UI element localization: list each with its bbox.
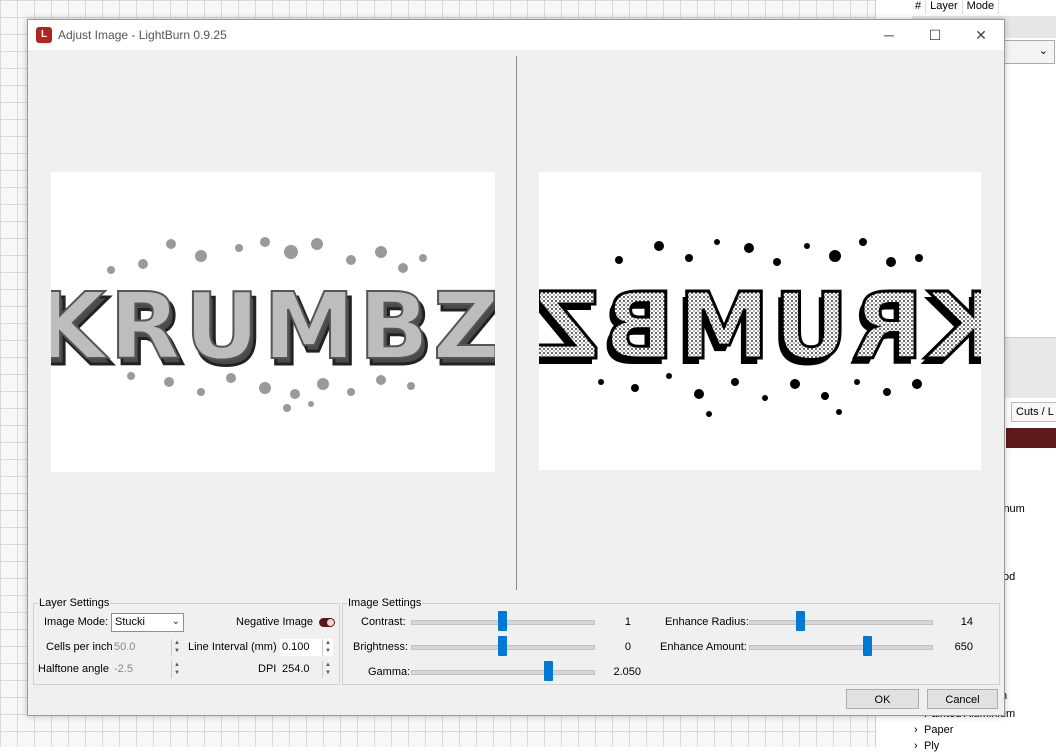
enhance-radius-slider-thumb[interactable] [795, 611, 805, 631]
halftone-angle-spinbox[interactable]: -2.5 ▲ ▼ [112, 661, 182, 678]
dpi-label: DPI [258, 663, 277, 675]
halftone-angle-value: -2.5 [114, 663, 133, 675]
dpi-spinbox[interactable]: 254.0 ▲ ▼ [280, 661, 333, 678]
brightness-label: Brightness: [353, 641, 409, 653]
line-interval-value: 0.100 [282, 641, 310, 653]
col-mode: Mode [963, 0, 1000, 14]
cells-per-inch-label: Cells per inch [46, 641, 113, 653]
negative-image-toggle[interactable] [319, 618, 335, 627]
image-mode-label: Image Mode: [44, 616, 109, 628]
line-interval-spinbox[interactable]: 0.100 ▲ ▼ [280, 639, 333, 656]
chevron-right-icon: › [914, 740, 918, 752]
col-hash: # [911, 0, 927, 14]
enhance-amount-label: Enhance Amount: [660, 641, 747, 653]
line-interval-label: Line Interval (mm) [188, 641, 277, 653]
material-ply[interactable]: Ply [924, 740, 939, 752]
tab-cuts-layers[interactable]: Cuts / L [1011, 402, 1056, 422]
ok-button[interactable]: OK [846, 689, 919, 709]
dpi-value: 254.0 [282, 663, 310, 675]
processed-image-preview: KRUMBZ KRUMBZ [525, 172, 1000, 470]
enhance-radius-value: 14 [960, 616, 973, 628]
spin-arrows-icon[interactable]: ▲ ▼ [171, 639, 182, 656]
contrast-value: 1 [624, 616, 631, 628]
spin-arrows-icon[interactable]: ▲ ▼ [322, 639, 333, 656]
window-title: Adjust Image - LightBurn 0.9.25 [58, 28, 227, 42]
chevron-down-icon: ⌄ [1038, 45, 1048, 57]
image-settings-group: Image Settings Contrast: 1 Brightness: 0… [342, 597, 1000, 685]
enhance-amount-slider-track[interactable] [749, 645, 933, 650]
enhance-radius-slider-track[interactable] [749, 620, 933, 625]
chevron-right-icon: › [914, 724, 918, 736]
image-mode-value: Stucki [115, 616, 145, 628]
enhance-radius-label: Enhance Radius: [665, 616, 749, 628]
spin-arrows-icon[interactable]: ▲ ▼ [171, 661, 182, 678]
maximize-button[interactable]: ☐ [912, 20, 958, 50]
image-mode-select[interactable]: Stucki ⌄ [111, 613, 184, 632]
cells-per-inch-value: 50.0 [114, 641, 136, 653]
layer-settings-group: Layer Settings Image Mode: Stucki ⌄ Nega… [33, 597, 340, 685]
title-bar: L Adjust Image - LightBurn 0.9.25 ─ ☐ ✕ [28, 20, 1004, 50]
gamma-label: Gamma: [368, 666, 411, 678]
contrast-slider-thumb[interactable] [498, 611, 507, 631]
halftone-angle-label: Halftone angle [38, 663, 109, 675]
lightburn-logo-icon: L [36, 27, 52, 43]
gamma-value: 2.050 [613, 666, 641, 678]
brightness-slider-thumb[interactable] [498, 636, 507, 656]
negative-image-label: Negative Image [236, 616, 314, 628]
layer-settings-title: Layer Settings [38, 597, 111, 609]
minimize-button[interactable]: ─ [866, 20, 912, 50]
preview-divider [516, 56, 517, 590]
gamma-slider-track[interactable] [411, 670, 595, 675]
col-layer: Layer [926, 0, 963, 14]
original-image-preview: KRUMBZ KRUMBZ [33, 172, 505, 472]
enhance-amount-slider-thumb[interactable] [863, 636, 873, 656]
close-button[interactable]: ✕ [958, 20, 1004, 50]
cells-per-inch-spinbox[interactable]: 50.0 ▲ ▼ [112, 639, 182, 656]
cuts-layers-header: # Layer Mode [911, 0, 1056, 14]
adjust-image-dialog: L Adjust Image - LightBurn 0.9.25 ─ ☐ ✕ … [27, 19, 1005, 716]
enhance-amount-value: 650 [954, 641, 973, 653]
image-settings-title: Image Settings [347, 597, 423, 609]
spin-arrows-icon[interactable]: ▲ ▼ [322, 661, 333, 678]
gamma-slider-thumb[interactable] [543, 661, 553, 681]
color-bar [1006, 428, 1056, 448]
contrast-label: Contrast: [361, 616, 406, 628]
brightness-value: 0 [624, 641, 631, 653]
original-preview-text-highlight: KRUMBZ [51, 273, 495, 380]
chevron-down-icon: ⌄ [171, 616, 180, 627]
cancel-button[interactable]: Cancel [927, 689, 998, 709]
processed-preview-text: KRUMBZ [539, 273, 981, 380]
material-paper[interactable]: Paper [924, 724, 953, 736]
